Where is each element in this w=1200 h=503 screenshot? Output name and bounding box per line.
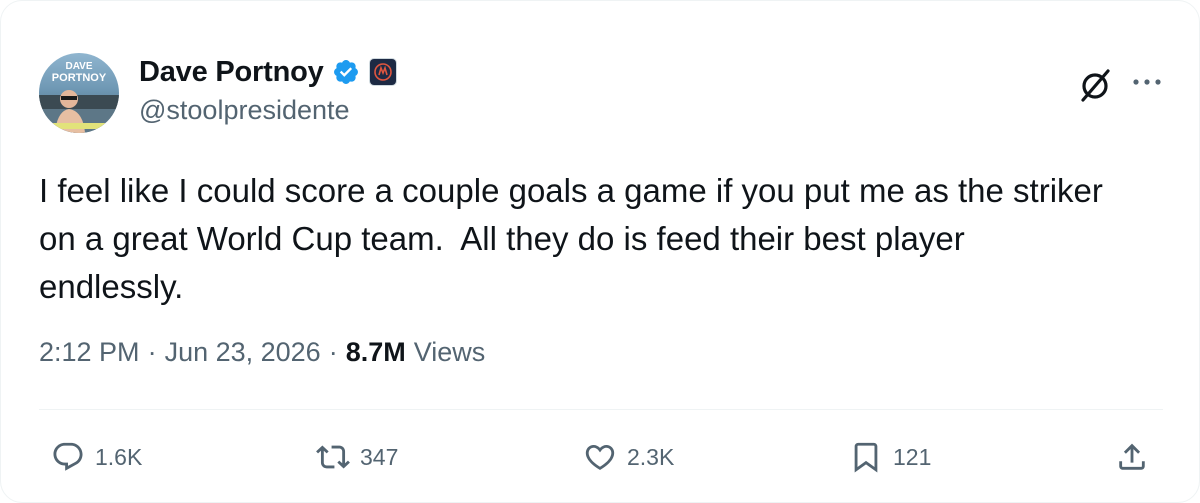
affiliate-badge-icon[interactable] — [369, 59, 396, 85]
avatar[interactable]: DAVE PORTNOY — [39, 53, 119, 133]
grok-icon[interactable] — [1075, 65, 1115, 105]
repost-button[interactable]: 347 — [316, 437, 398, 477]
bookmark-icon — [854, 442, 878, 473]
repost-count: 347 — [360, 443, 399, 470]
author-handle[interactable]: @stoolpresidente — [139, 95, 350, 126]
meta-separator: · — [147, 337, 157, 367]
meta-separator: · — [328, 337, 338, 367]
avatar-text-line1: DAVE — [65, 61, 92, 72]
share-button[interactable] — [1115, 437, 1149, 477]
tweet-card: DAVE PORTNOY Dave Portnoy @stoolpresiden… — [0, 0, 1200, 503]
like-button[interactable]: 2.3K — [583, 437, 674, 477]
tweet-time[interactable]: 2:12 PM — [39, 337, 140, 368]
bookmark-count: 121 — [893, 443, 932, 470]
views-label[interactable]: Views — [414, 337, 486, 368]
author-name-row: Dave Portnoy — [139, 53, 396, 91]
avatar-text-line2: PORTNOY — [52, 72, 107, 84]
reply-count: 1.6K — [95, 443, 143, 470]
bookmark-button[interactable]: 121 — [849, 437, 931, 477]
divider — [39, 409, 1163, 410]
tweet-meta: 2:12 PM · Jun 23, 2026 · 8.7M Views — [39, 337, 485, 368]
display-name[interactable]: Dave Portnoy — [139, 56, 324, 89]
reply-icon — [53, 442, 83, 471]
more-icon[interactable] — [1131, 75, 1163, 87]
tweet-text: I feel like I could score a couple goals… — [39, 172, 1103, 305]
tweet-date[interactable]: Jun 23, 2026 — [165, 337, 321, 368]
heart-icon — [585, 444, 615, 470]
share-icon — [1119, 443, 1145, 470]
verified-badge-icon[interactable] — [332, 58, 360, 86]
repost-icon — [316, 445, 350, 469]
views-count[interactable]: 8.7M — [346, 337, 406, 368]
like-count: 2.3K — [627, 443, 675, 470]
reply-button[interactable]: 1.6K — [51, 437, 142, 477]
